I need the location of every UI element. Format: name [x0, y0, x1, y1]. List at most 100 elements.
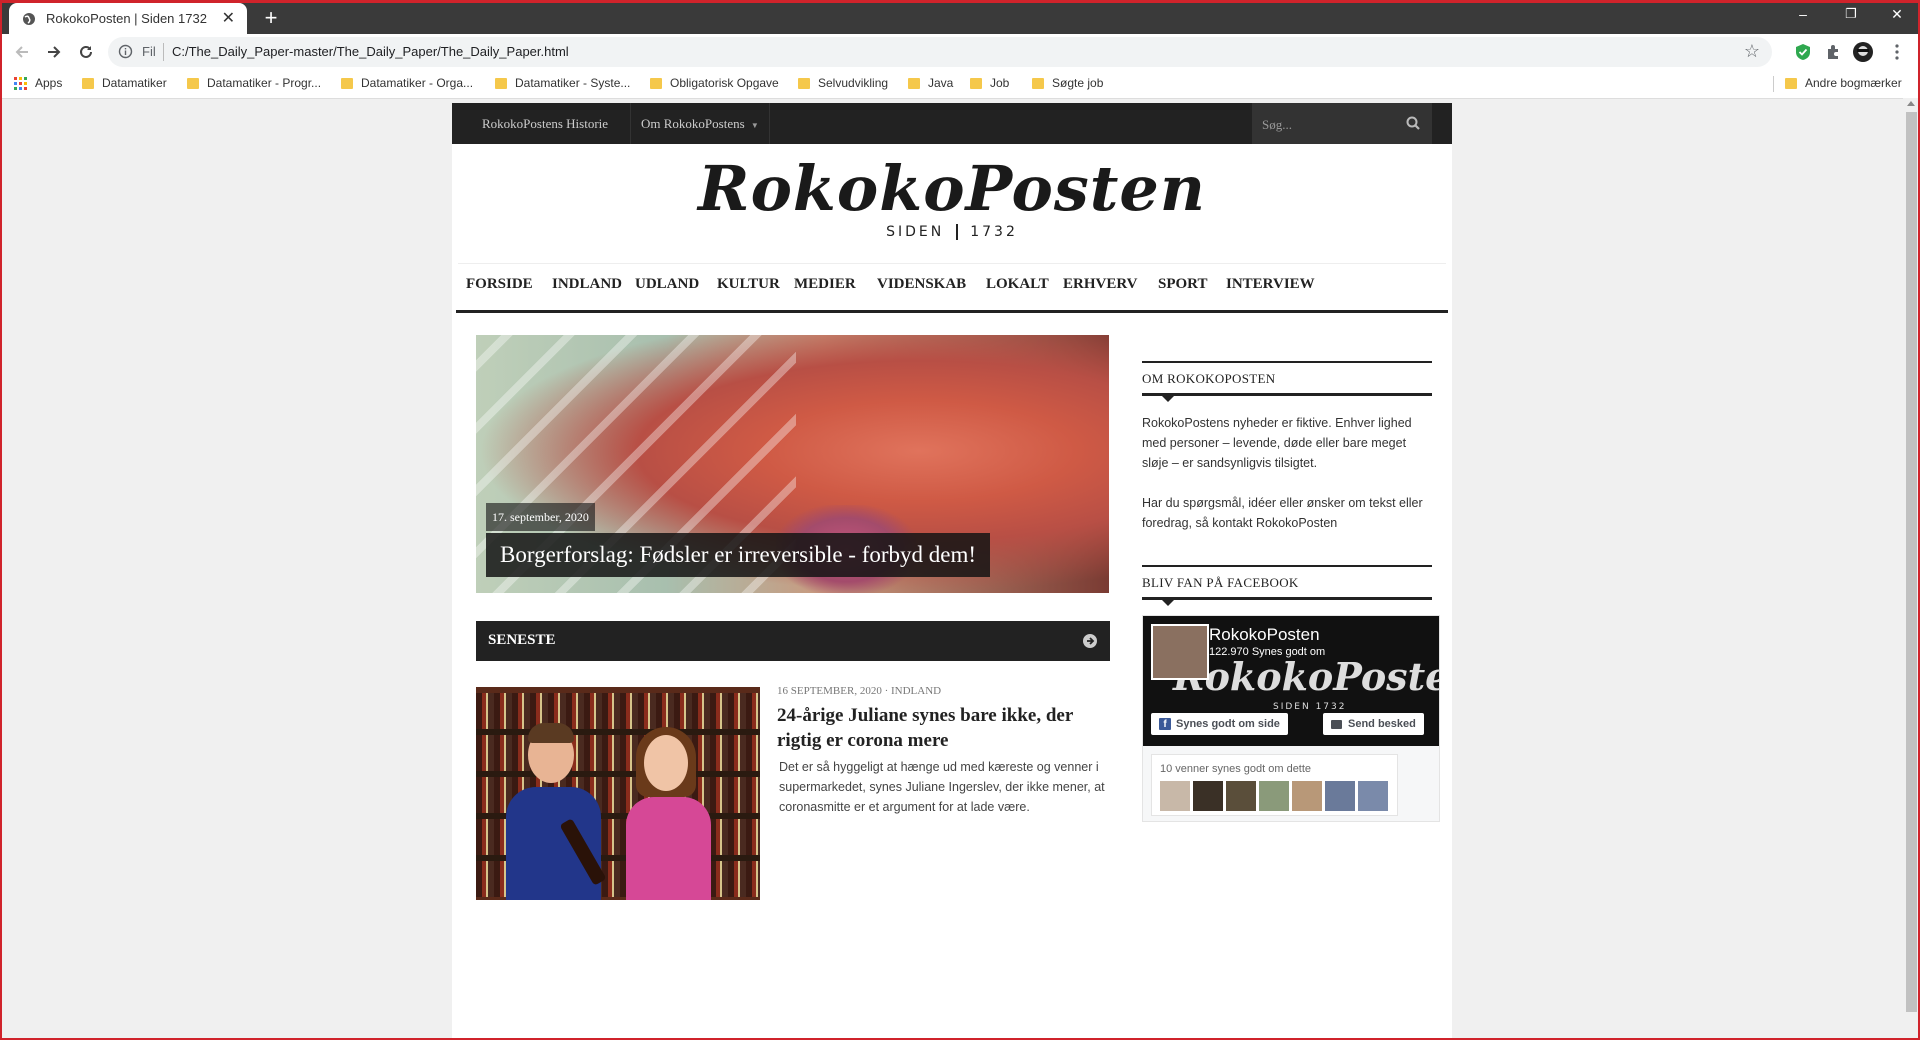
nav-lokalt[interactable]: LOKALT	[986, 276, 1049, 293]
nav-videnskab[interactable]: VIDENSKAB	[877, 276, 966, 293]
scrollbar-thumb[interactable]	[1906, 112, 1917, 1012]
facebook-message-button[interactable]: Send besked	[1323, 713, 1424, 735]
topnav-about-link[interactable]: Om RokokoPostens ▼	[630, 103, 770, 144]
folder-icon	[341, 77, 353, 89]
address-bar[interactable]: Fil C:/The_Daily_Paper-master/The_Daily_…	[108, 37, 1772, 67]
new-tab-button[interactable]: +	[258, 5, 284, 31]
nav-sport[interactable]: SPORT	[1158, 276, 1207, 293]
folder-icon	[650, 77, 662, 89]
widget-title-text: OM ROKOKOPOSTEN	[1142, 371, 1276, 386]
friend-avatar[interactable]	[1259, 781, 1289, 811]
bookmark-folder[interactable]: Java	[908, 76, 953, 90]
topnav-history-link[interactable]: RokokoPostens Historie	[472, 103, 618, 144]
article-category[interactable]: INDLAND	[891, 685, 941, 697]
globe-icon	[21, 11, 37, 27]
article-date: 16 SEPTEMBER, 2020	[777, 685, 882, 697]
featured-article[interactable]: 17. september, 2020 Borgerforslag: Fødsl…	[476, 335, 1109, 593]
bookmark-label: Søgte job	[1052, 76, 1104, 90]
browser-toolbar: Fil C:/The_Daily_Paper-master/The_Daily_…	[0, 34, 1920, 70]
tab-close-icon[interactable]: ✕	[222, 10, 235, 27]
back-button[interactable]	[8, 38, 36, 66]
nav-erhverv[interactable]: ERHVERV	[1063, 276, 1137, 293]
forward-arrow-icon	[48, 46, 61, 58]
nav-interview[interactable]: INTERVIEW	[1226, 276, 1315, 293]
latest-section-header[interactable]: SENESTE	[476, 621, 1110, 661]
apps-grid-icon	[14, 76, 27, 90]
reload-button[interactable]	[72, 38, 100, 66]
search-input[interactable]	[1260, 103, 1404, 146]
shield-extension-icon[interactable]	[1792, 41, 1814, 63]
restore-button[interactable]: ❐	[1828, 0, 1874, 30]
nav-forside[interactable]: FORSIDE	[466, 276, 533, 293]
facebook-friends-box: 10 venner synes godt om dette	[1151, 754, 1398, 816]
bookmark-folder[interactable]: Selvudvikling	[798, 76, 888, 90]
friend-avatar[interactable]	[1193, 781, 1223, 811]
facebook-like-label: Synes godt om side	[1176, 718, 1280, 730]
nav-udland[interactable]: UDLAND	[635, 276, 699, 293]
facebook-like-button[interactable]: f Synes godt om side	[1151, 713, 1288, 735]
bookmark-folder[interactable]: Datamatiker - Syste...	[495, 76, 630, 90]
folder-icon	[798, 77, 810, 89]
minimize-button[interactable]: –	[1780, 0, 1826, 30]
bookmark-apps[interactable]: Apps	[14, 76, 62, 90]
facebook-widget: RokokoPosten SIDEN 1732 RokokoPosten 122…	[1142, 615, 1440, 822]
tab-title: RokokoPosten | Siden 1732	[46, 11, 207, 26]
browser-tab[interactable]: RokokoPosten | Siden 1732 ✕	[9, 3, 247, 34]
reload-icon	[80, 45, 92, 58]
nav-medier[interactable]: MEDIER	[794, 276, 856, 293]
article-title[interactable]: 24-årige Juliane synes bare ikke, der ri…	[777, 703, 1097, 753]
featured-headline[interactable]: Borgerforslag: Fødsler er irreversible -…	[486, 533, 991, 577]
facebook-like-count: 122.970 Synes godt om	[1209, 646, 1326, 658]
bookmark-label: Datamatiker - Orga...	[361, 76, 474, 90]
bookmark-label: Datamatiker - Syste...	[515, 76, 631, 90]
scroll-up-arrow-icon[interactable]	[1907, 101, 1915, 106]
other-bookmarks[interactable]: Andre bogmærker	[1785, 76, 1902, 90]
info-icon[interactable]	[118, 44, 133, 64]
article-thumbnail[interactable]	[476, 687, 760, 900]
bookmark-label: Obligatorisk Opgave	[670, 76, 779, 90]
widget-title-pointer	[1162, 396, 1174, 402]
site-logo[interactable]: RokokoPosten SIDEN 1732	[452, 144, 1452, 265]
friend-avatar[interactable]	[1292, 781, 1322, 811]
url-text[interactable]: C:/The_Daily_Paper-master/The_Daily_Pape…	[172, 44, 569, 59]
facebook-page-name[interactable]: RokokoPosten	[1209, 625, 1320, 645]
bookmark-folder[interactable]: Datamatiker - Progr...	[187, 76, 321, 90]
extensions-puzzle-icon[interactable]	[1822, 41, 1844, 63]
back-arrow-icon	[15, 46, 28, 58]
bookmark-label: Selvudvikling	[818, 76, 889, 90]
bookmark-star-icon[interactable]: ☆	[1744, 41, 1760, 62]
bookmark-folder[interactable]: Job	[970, 76, 1009, 90]
bookmark-folder[interactable]: Datamatiker - Orga...	[341, 76, 473, 90]
bookmark-label: Apps	[35, 76, 63, 90]
facebook-page-avatar[interactable]	[1151, 624, 1209, 680]
facebook-cover[interactable]: RokokoPosten SIDEN 1732 RokokoPosten 122…	[1143, 616, 1439, 746]
friend-avatar[interactable]	[1325, 781, 1355, 811]
friend-avatar[interactable]	[1226, 781, 1256, 811]
friend-avatar[interactable]	[1160, 781, 1190, 811]
bookmark-folder[interactable]: Datamatiker	[82, 76, 167, 90]
url-separator	[163, 43, 164, 61]
search-icon[interactable]	[1406, 116, 1420, 135]
arrow-right-circle-icon[interactable]	[1082, 633, 1098, 654]
main-navigation: FORSIDE INDLAND UDLAND KULTUR MEDIER VID…	[456, 264, 1448, 313]
nav-kultur[interactable]: KULTUR	[717, 276, 780, 293]
vertical-scrollbar[interactable]	[1903, 98, 1920, 1040]
meta-separator: ·	[881, 685, 891, 697]
profile-avatar[interactable]	[1852, 41, 1874, 63]
topnav-about-label: Om RokokoPostens	[641, 116, 745, 131]
contact-link[interactable]: kontakt RokokoPosten	[1212, 516, 1337, 530]
close-window-button[interactable]: ✕	[1874, 0, 1920, 30]
about-contact-text: Har du spørgsmål, idéer eller ønsker om …	[1142, 493, 1432, 533]
facebook-cover-sub: SIDEN 1732	[1273, 702, 1347, 712]
bookmark-folder[interactable]: Søgte job	[1032, 76, 1103, 90]
nav-indland[interactable]: INDLAND	[552, 276, 622, 293]
menu-kebab-icon[interactable]	[1886, 41, 1908, 63]
friend-avatar[interactable]	[1358, 781, 1388, 811]
shelf-bottles	[476, 735, 760, 771]
forward-button[interactable]	[40, 38, 68, 66]
widget-title-facebook: BLIV FAN PÅ FACEBOOK	[1142, 565, 1432, 606]
bookmark-folder[interactable]: Obligatorisk Opgave	[650, 76, 779, 90]
browser-titlebar: RokokoPosten | Siden 1732 ✕ + – ❐ ✕	[0, 0, 1920, 34]
facebook-icon: f	[1159, 718, 1171, 730]
bookmarks-bar: Apps Datamatiker Datamatiker - Progr... …	[0, 70, 1920, 99]
